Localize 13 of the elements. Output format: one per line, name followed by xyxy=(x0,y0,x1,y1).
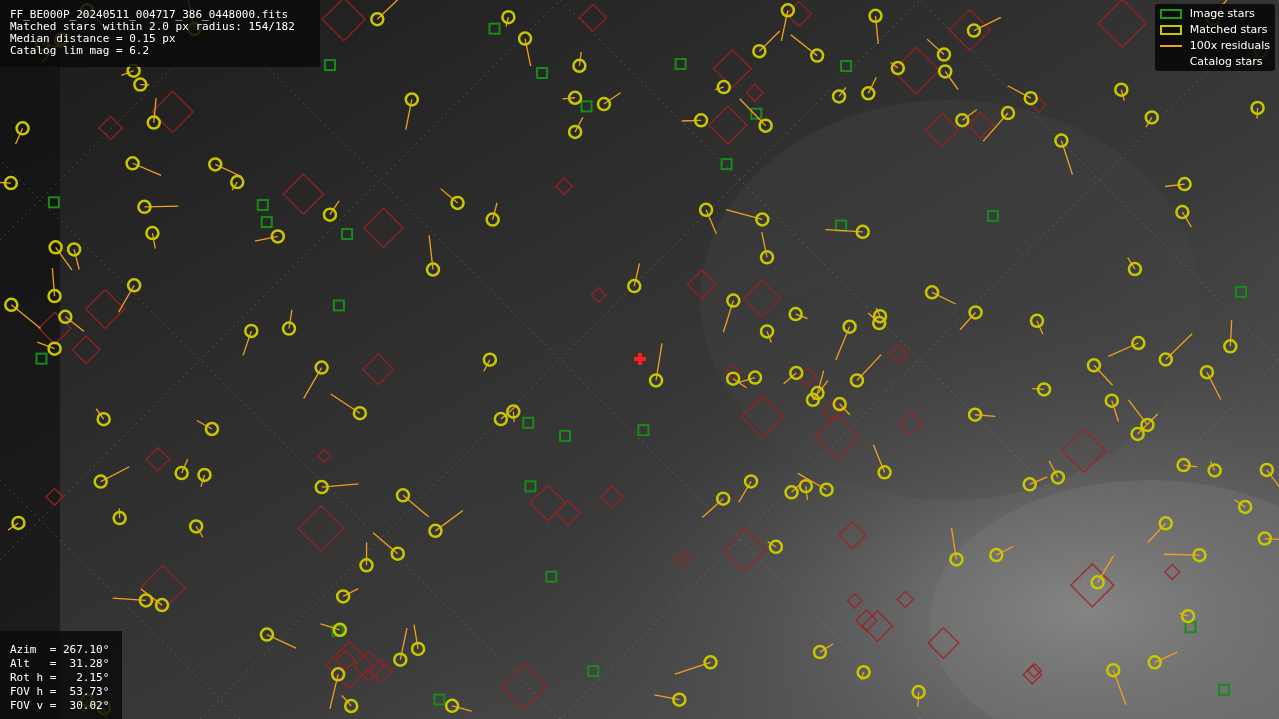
legend-label: 100x residuals xyxy=(1189,39,1270,52)
pointing-text: Azim = 267.10° xyxy=(10,643,111,657)
info-text: Catalog lim mag = 6.2 xyxy=(10,45,151,57)
pointing-text: Alt = 31.28° xyxy=(10,657,111,671)
legend-label: Matched stars xyxy=(1189,23,1268,36)
info-text: Matched stars within 2.0 px radius: 154/182 xyxy=(10,21,296,33)
legend-label: Catalog stars xyxy=(1189,55,1263,68)
info-text: FF_BE000P_20240511_004717_386_0448000.fits xyxy=(10,9,290,21)
pointing-text: Rot h = 2.15° xyxy=(10,671,111,685)
pointing-text: FOV h = 53.73° xyxy=(10,685,111,699)
legend-label: Image stars xyxy=(1189,7,1255,20)
pointing-text: FOV v = 30.02° xyxy=(10,699,111,713)
info-text: Median distance = 0.15 px xyxy=(10,33,177,45)
